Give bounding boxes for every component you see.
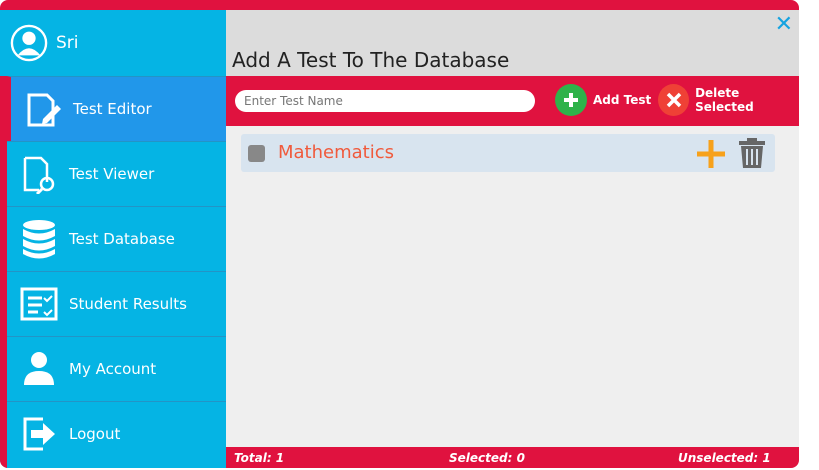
- sidebar-item-test-database[interactable]: Test Database: [7, 206, 226, 271]
- page-title: Add A Test To The Database: [232, 48, 510, 72]
- select-checkbox[interactable]: [248, 145, 265, 162]
- plus-circle-icon: [555, 84, 587, 116]
- user-icon: [19, 347, 59, 391]
- delete-selected-label: Delete Selected: [695, 86, 754, 114]
- add-question-icon[interactable]: [695, 138, 727, 170]
- sidebar-item-label: Test Editor: [73, 100, 152, 118]
- sidebar-item-my-account[interactable]: My Account: [7, 336, 226, 401]
- list-item[interactable]: Mathematics: [241, 134, 775, 172]
- selected-count: Selected: 0: [449, 451, 525, 465]
- page-header: ✕ Add A Test To The Database: [226, 10, 799, 76]
- sidebar-item-label: Test Viewer: [69, 165, 155, 183]
- sidebar-item-test-editor[interactable]: Test Editor: [7, 76, 226, 141]
- logout-icon: [19, 412, 59, 456]
- main-content: ✕ Add A Test To The Database Add Test De…: [226, 10, 799, 468]
- top-accent-bar: [0, 0, 799, 10]
- close-icon[interactable]: ✕: [775, 12, 793, 37]
- add-test-button[interactable]: Add Test: [555, 84, 651, 116]
- database-icon: [19, 217, 59, 261]
- checklist-icon: [19, 282, 59, 326]
- toolbar: Add Test Delete Selected: [226, 76, 799, 126]
- sidebar-item-student-results[interactable]: Student Results: [7, 271, 226, 336]
- edit-document-icon: [23, 87, 63, 131]
- test-name-input[interactable]: [235, 90, 535, 112]
- test-name: Mathematics: [278, 142, 394, 163]
- sidebar-item-label: My Account: [69, 360, 157, 378]
- close-circle-icon: [658, 84, 690, 116]
- sidebar-item-label: Student Results: [69, 295, 187, 313]
- sidebar: Sri Test Editor Test Viewer Test Databas…: [0, 10, 226, 468]
- sidebar-item-label: Test Database: [69, 230, 175, 248]
- document-search-icon: [19, 152, 59, 196]
- status-bar: Total: 1 Selected: 0 Unselected: 1: [226, 447, 799, 468]
- avatar-icon: [10, 24, 48, 62]
- username: Sri: [56, 33, 79, 53]
- add-test-label: Add Test: [593, 93, 652, 107]
- sidebar-item-test-viewer[interactable]: Test Viewer: [7, 141, 226, 206]
- delete-selected-button[interactable]: Delete Selected: [658, 84, 799, 116]
- unselected-count: Unselected: 1: [678, 451, 771, 465]
- sidebar-item-logout[interactable]: Logout: [7, 401, 226, 466]
- total-count: Total: 1: [234, 451, 285, 465]
- app-window: Sri Test Editor Test Viewer Test Databas…: [0, 0, 799, 468]
- sidebar-accent-strip: [0, 76, 7, 468]
- sidebar-item-label: Logout: [69, 425, 121, 443]
- user-profile: Sri: [0, 10, 226, 76]
- trash-icon[interactable]: [738, 137, 766, 169]
